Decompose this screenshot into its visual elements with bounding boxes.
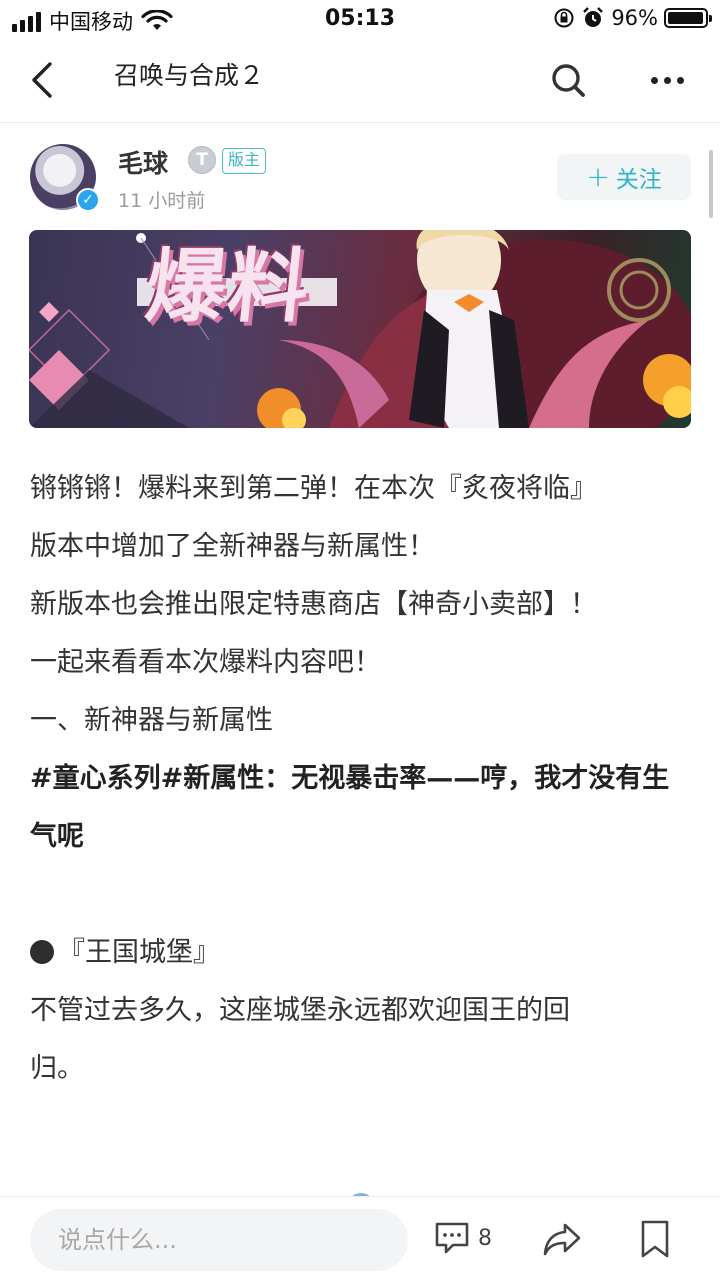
article-body: 锵锵锵！爆料来到第二弹！在本次『炙夜将临』 版本中增加了全新神器与新属性！ 新版… [30, 460, 680, 1098]
comment-icon [435, 1222, 469, 1254]
bookmark-icon[interactable] [638, 1219, 672, 1259]
item-title-row: 『王国城堡』 [30, 924, 680, 982]
level-badge: T [188, 146, 216, 174]
search-icon[interactable] [548, 60, 588, 100]
bullet-icon [30, 940, 54, 964]
status-bar: 中国移动 05:13 96% [0, 0, 720, 40]
item-description: 归。 [30, 1053, 84, 1084]
follow-label: 关注 [615, 167, 662, 193]
item-title: 『王国城堡』 [58, 937, 220, 968]
comment-input[interactable]: 说点什么... [30, 1209, 408, 1271]
comment-button[interactable]: 8 [434, 1221, 492, 1255]
comment-count: 8 [478, 1225, 492, 1251]
banner-artwork [29, 230, 691, 428]
scroll-indicator [709, 150, 713, 218]
article-line: 一起来看看本次爆料内容吧！ [30, 647, 381, 678]
share-icon[interactable] [541, 1221, 583, 1257]
follow-button[interactable]: + 关注 [557, 154, 691, 200]
article-line: 新版本也会推出限定特惠商店【神奇小卖部】！ [30, 589, 597, 620]
author-row: ✓ 毛球 T 版主 11 小时前 + 关注 [0, 122, 720, 230]
avatar[interactable]: ✓ [30, 144, 100, 212]
article-line: 一、新神器与新属性 [30, 705, 273, 736]
more-icon[interactable] [640, 64, 694, 96]
rotation-lock-icon [554, 8, 574, 28]
section-heading: #童心系列#新属性：无视暴击率——哼，我才没有生气呢 [30, 763, 670, 852]
item-description: 不管过去多久，这座城堡永远都欢迎国王的回 [30, 995, 570, 1026]
bottom-bar: 说点什么... 8 [0, 1196, 720, 1281]
alarm-icon [583, 7, 604, 27]
post-detail-page: 中国移动 05:13 96% 召唤与合成２ ✓ 毛球 T 版主 11 小时前 +… [0, 0, 720, 1281]
back-arrow-icon[interactable] [22, 58, 66, 102]
post-time: 11 小时前 [118, 190, 206, 212]
verified-icon: ✓ [76, 188, 100, 212]
article-line: 版本中增加了全新神器与新属性！ [30, 531, 435, 562]
nav-bar: 召唤与合成２ [0, 40, 720, 123]
battery-percent: 96% [611, 6, 658, 30]
battery-icon [664, 8, 712, 28]
plus-icon: + [586, 160, 610, 193]
article-line: 锵锵锵！爆料来到第二弹！在本次『炙夜将临』 [30, 473, 597, 504]
page-title: 召唤与合成２ [114, 61, 265, 90]
role-badge: 版主 [222, 148, 267, 174]
banner-title: 爆料 [141, 240, 316, 333]
banner-image[interactable]: 爆料 [29, 230, 691, 428]
author-name[interactable]: 毛球 [118, 144, 168, 180]
